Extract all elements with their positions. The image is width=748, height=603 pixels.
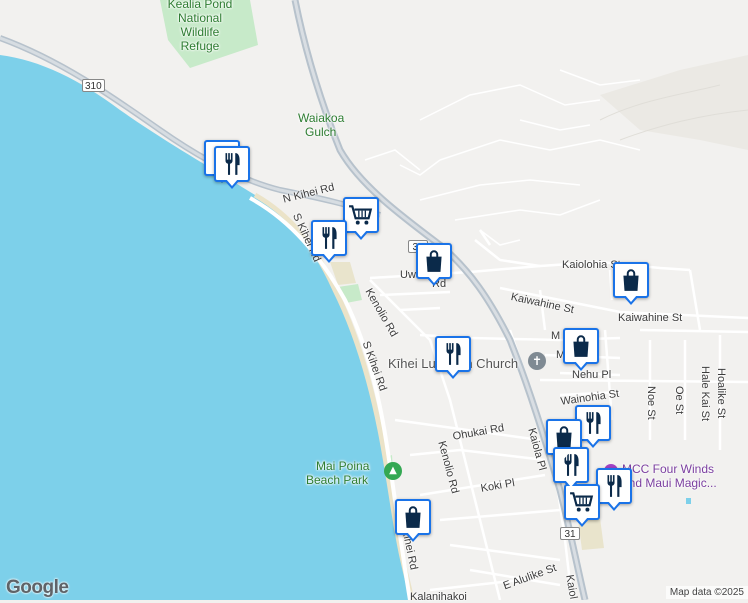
- shopping-pin[interactable]: [416, 243, 452, 286]
- shopping-pin[interactable]: [395, 499, 431, 542]
- shopping-pin[interactable]: [613, 262, 649, 305]
- fork-knife-icon: [586, 412, 601, 434]
- mcc-label-line2: and Maui Magic...: [622, 476, 717, 490]
- grocery-pin[interactable]: [564, 484, 600, 527]
- mai-poina-label-line2: Beach Park: [306, 473, 369, 487]
- pool: [686, 498, 691, 504]
- kaiolohia-st-label: Kaiolohia St: [562, 259, 621, 271]
- highway-31-shield-b: 31: [560, 527, 580, 540]
- refuge-label: Kealia Pond National Wildlife Refuge: [167, 0, 233, 53]
- highway-310-shield: 310: [82, 79, 105, 92]
- gulch-label-line1: Waiakoa: [298, 111, 345, 125]
- noe-st-label: Noe St: [645, 386, 657, 420]
- shopping-cart-icon: [570, 492, 594, 512]
- church-icon[interactable]: ✝: [528, 352, 546, 370]
- restaurant-pin[interactable]: [311, 220, 347, 263]
- shopping-bag-icon: [405, 506, 421, 528]
- hoalike-st-label: Hoalike St: [715, 368, 727, 419]
- map-attribution[interactable]: Map data ©2025: [665, 586, 748, 599]
- fork-knife-icon: [607, 475, 622, 497]
- restaurant-pin[interactable]: [435, 336, 471, 379]
- m-label-a: M: [551, 330, 561, 342]
- kalanihakoi-label: Kalanihakoi: [410, 591, 467, 603]
- shopping-bag-icon: [573, 335, 589, 357]
- hale-kai-st-label: Hale Kai St: [699, 366, 711, 422]
- grocery-pin[interactable]: [343, 197, 379, 240]
- shopping-pin[interactable]: [563, 328, 599, 371]
- mai-poina-label-line1: Mai Poina: [316, 459, 370, 473]
- mcc-label-line1: MCC Four Winds: [622, 462, 715, 476]
- shopping-bag-icon: [623, 269, 639, 291]
- park-tree-icon[interactable]: ▲: [384, 462, 402, 480]
- oe-st-label: Oe St: [673, 386, 685, 415]
- fork-knife-icon: [322, 227, 337, 249]
- gulch-label-line2: Gulch: [305, 125, 337, 139]
- shopping-bag-icon: [426, 250, 442, 272]
- nehu-pl-label: Nehu Pl: [572, 369, 612, 381]
- shopping-cart-icon: [349, 205, 373, 225]
- fork-knife-icon: [446, 343, 461, 365]
- restaurant-pin[interactable]: [596, 468, 632, 511]
- kaiwahine-st-label-2: Kaiwahine St: [618, 312, 683, 324]
- google-logo: Google: [6, 577, 69, 598]
